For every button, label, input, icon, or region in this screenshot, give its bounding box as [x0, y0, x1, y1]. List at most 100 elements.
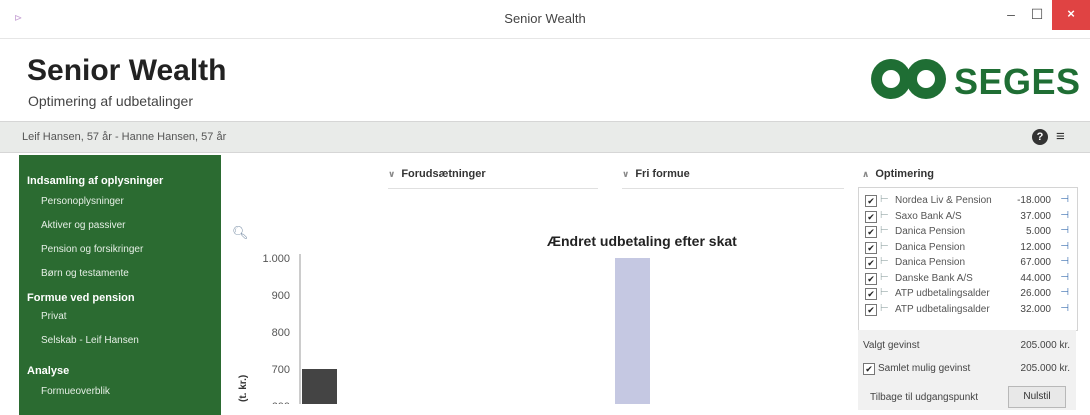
sidebar-item-privat[interactable]: Privat [41, 311, 67, 322]
samlet-label: Samlet mulig gevinst [878, 363, 971, 374]
row-checkbox[interactable]: ✔ [865, 272, 877, 285]
panel-fri-formue-label: Fri formue [635, 168, 690, 180]
chevron-up-icon: ∧ [862, 169, 870, 179]
row-checkbox[interactable]: ✔ [865, 195, 877, 207]
optimering-row[interactable]: ✔ ⊢ Saxo Bank A/S 37.000 ⊣ [865, 210, 1071, 224]
drag-handle-icon[interactable]: ⊢ [880, 256, 889, 267]
pin-icon[interactable]: ⊣ [1060, 303, 1069, 314]
valgt-gevinst-value: 205.000 kr. [1020, 340, 1070, 351]
seges-logo: SEGES [868, 53, 1080, 105]
row-checkbox[interactable]: ✔ [865, 226, 877, 238]
row-value: -18.000 [1017, 195, 1051, 206]
y-tick-label: 900 [272, 290, 290, 302]
sidebar-section-formue[interactable]: Formue ved pension [27, 292, 135, 304]
window-title: Senior Wealth [504, 11, 586, 26]
row-value: 37.000 [1020, 210, 1051, 222]
row-name: ATP udbetalingsalder [895, 288, 990, 299]
panel-fri-formue[interactable]: ∨ Fri formue [622, 168, 844, 189]
row-name: Nordea Liv & Pension [895, 195, 992, 206]
row-name: Saxo Bank A/S [895, 210, 962, 222]
pin-icon[interactable]: ⊣ [1060, 210, 1069, 221]
sidebar-item-boern[interactable]: Børn og testamente [41, 268, 129, 279]
row-checkbox[interactable]: ✔ [865, 303, 877, 316]
user-bar: Leif Hansen, 57 år - Hanne Hansen, 57 år… [0, 121, 1090, 153]
row-value: 12.000 [1020, 241, 1051, 253]
optimering-list: ✔ ⊢ Nordea Liv & Pension -18.000 ⊣ ✔ ⊢ Saxo Ban… [858, 187, 1078, 331]
maximize-button[interactable]: ☐ [1024, 0, 1050, 30]
logo-text: SEGES [954, 61, 1081, 102]
panel-forudsaetninger[interactable]: ∨ Forudsætninger [388, 168, 598, 189]
y-tick-label: 800 [272, 327, 290, 339]
pin-icon[interactable]: ⊣ [1060, 194, 1069, 205]
sidebar-item-formueoverblik[interactable]: Formueoverblik [41, 386, 110, 397]
row-checkbox[interactable]: ✔ [865, 288, 877, 300]
drag-handle-icon[interactable]: ⊢ [880, 287, 889, 298]
sidebar-section-analyse[interactable]: Analyse [27, 365, 69, 377]
optimering-row[interactable]: ✔ ⊢ Danica Pension 67.000 ⊣ [865, 256, 1071, 270]
optimering-row[interactable]: ✔ ⊢ Danica Pension 5.000 ⊣ [865, 225, 1071, 239]
row-name: Danske Bank A/S [895, 272, 973, 284]
pin-icon[interactable]: ⊣ [1060, 241, 1069, 252]
chart-bar [615, 258, 650, 404]
sidebar: Indsamling af oplysninger Personoplysnin… [19, 155, 221, 415]
row-value: 67.000 [1020, 257, 1051, 268]
row-value: 44.000 [1020, 272, 1051, 284]
samlet-checkbox[interactable]: ✔ [863, 363, 875, 375]
panel-optimering[interactable]: ∧ Optimering [862, 168, 1076, 188]
drag-handle-icon[interactable]: ⊢ [880, 194, 889, 205]
optimering-row[interactable]: ✔ ⊢ ATP udbetalingsalder 26.000 ⊣ [865, 287, 1071, 301]
panel-optimering-label: Optimering [875, 168, 934, 180]
drag-handle-icon[interactable]: ⊢ [880, 272, 889, 283]
optimering-row[interactable]: ✔ ⊢ ATP udbetalingsalder 32.000 ⊣ [865, 303, 1071, 317]
chevron-down-icon: ∨ [622, 169, 630, 179]
row-value: 32.000 [1020, 303, 1051, 315]
y-axis-label: (t. kr.) [238, 375, 249, 402]
pin-icon[interactable]: ⊣ [1060, 287, 1069, 298]
sidebar-item-aktiver[interactable]: Aktiver og passiver [41, 220, 125, 231]
row-checkbox[interactable]: ✔ [865, 210, 877, 223]
drag-handle-icon[interactable]: ⊢ [880, 210, 889, 221]
valgt-gevinst-label: Valgt gevinst [863, 340, 920, 351]
app-title: Senior Wealth [27, 54, 227, 87]
pin-icon[interactable]: ⊣ [1060, 256, 1069, 267]
row-name: Danica Pension [895, 257, 966, 268]
sidebar-item-pension[interactable]: Pension og forsikringer [41, 244, 143, 255]
menu-icon[interactable]: ≡ [1056, 129, 1065, 145]
row-checkbox[interactable]: ✔ [865, 257, 877, 269]
chart-bar [302, 369, 337, 404]
samlet-value: 205.000 kr. [1020, 363, 1070, 374]
pin-icon[interactable]: ⊣ [1060, 272, 1069, 283]
row-value: 5.000 [1025, 226, 1051, 237]
optimering-row[interactable]: ✔ ⊢ Danica Pension 12.000 ⊣ [865, 241, 1071, 255]
chevron-down-icon: ∨ [388, 169, 396, 179]
sidebar-section-indsamling[interactable]: Indsamling af oplysninger [27, 175, 163, 187]
payout-chart: 1.000900800700600(t. kr.)Ændret udbetali… [238, 233, 737, 404]
help-icon[interactable]: ? [1032, 129, 1048, 145]
y-tick-label: 700 [272, 364, 290, 376]
panel-forudsaetninger-label: Forudsætninger [401, 168, 486, 180]
pin-icon[interactable]: ⊣ [1060, 225, 1069, 236]
close-button[interactable]: × [1052, 0, 1090, 30]
row-name: Danica Pension [895, 241, 966, 253]
row-name: ATP udbetalingsalder [895, 303, 990, 315]
drag-handle-icon[interactable]: ⊢ [880, 241, 889, 252]
row-checkbox[interactable]: ✔ [865, 241, 877, 254]
sidebar-item-personoplysninger[interactable]: Personoplysninger [41, 196, 124, 207]
reset-label: Tilbage til udgangspunkt [870, 392, 979, 403]
minimize-button[interactable]: – [998, 0, 1024, 30]
optimering-footer: Valgt gevinst 205.000 kr. ✔ Samlet mulig… [858, 330, 1076, 410]
user-names: Leif Hansen, 57 år - Hanne Hansen, 57 år [22, 131, 227, 143]
row-value: 26.000 [1020, 288, 1051, 299]
y-tick-label: 1.000 [262, 253, 290, 265]
row-name: Danica Pension [895, 226, 966, 237]
optimering-row[interactable]: ✔ ⊢ Nordea Liv & Pension -18.000 ⊣ [865, 194, 1071, 208]
drag-handle-icon[interactable]: ⊢ [880, 303, 889, 314]
optimering-row[interactable]: ✔ ⊢ Danske Bank A/S 44.000 ⊣ [865, 272, 1071, 286]
sidebar-item-selskab[interactable]: Selskab - Leif Hansen [41, 335, 139, 346]
chart-title: Ændret udbetaling efter skat [547, 233, 737, 249]
app-subtitle: Optimering af udbetalinger [28, 93, 193, 109]
drag-handle-icon[interactable]: ⊢ [880, 225, 889, 236]
reset-button[interactable]: Nulstil [1008, 386, 1066, 408]
seges-logo-icon [871, 59, 946, 99]
window-titlebar: ⊳ Senior Wealth – ☐ × [0, 0, 1090, 39]
